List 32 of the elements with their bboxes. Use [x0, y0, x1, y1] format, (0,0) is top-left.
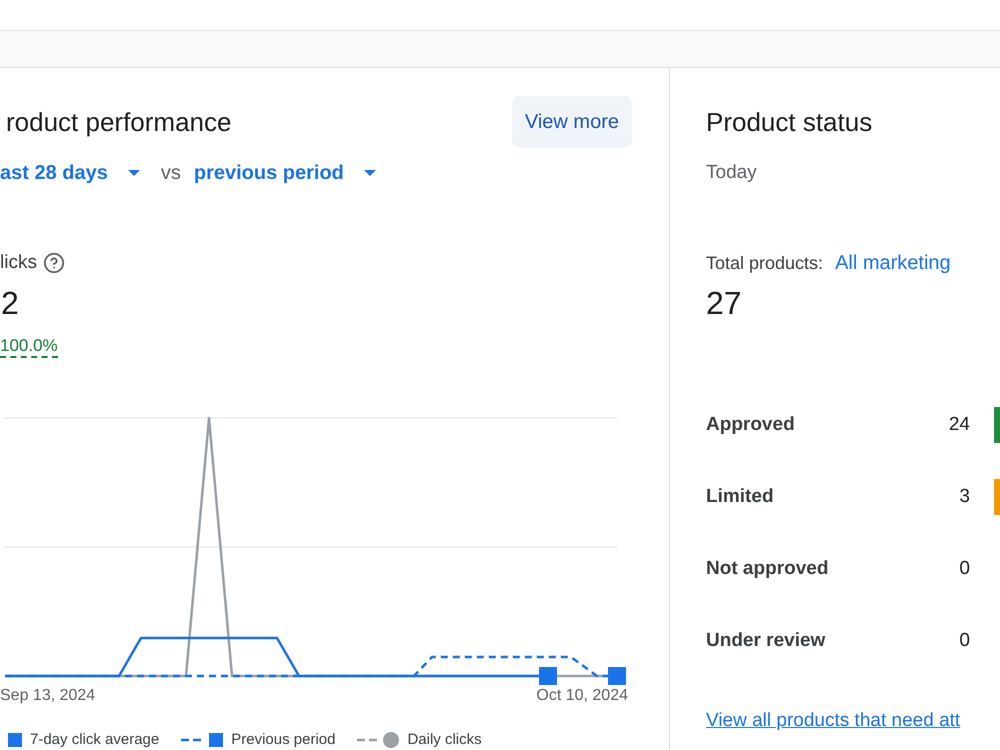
- legend-label: Daily clicks: [407, 731, 482, 749]
- date-label: Today: [706, 160, 757, 185]
- total-products-label: Total products:: [706, 252, 824, 275]
- status-label: Under review: [706, 628, 826, 653]
- vs-label: vs: [160, 161, 181, 186]
- view-more-button[interactable]: View more: [512, 96, 632, 148]
- dropdown-caret-icon: [128, 170, 140, 176]
- metric-value: 2: [0, 285, 19, 321]
- data-point-marker: [608, 667, 626, 685]
- card-title: Product status: [706, 106, 872, 138]
- marketing-methods-dropdown[interactable]: All marketing: [835, 248, 951, 278]
- help-icon[interactable]: [42, 252, 65, 274]
- status-count: 3: [958, 484, 970, 509]
- status-count: 24: [948, 412, 970, 437]
- x-axis-label: Oct 10, 2024: [536, 686, 628, 706]
- x-axis-label: Sep 13, 2024: [0, 686, 96, 706]
- comparison-dropdown[interactable]: previous period: [194, 158, 397, 188]
- metric-change[interactable]: 100.0%: [0, 336, 58, 358]
- data-point-marker: [539, 667, 557, 685]
- products-attention-link[interactable]: View all products that need att: [706, 706, 960, 736]
- dropdown-caret-icon: [364, 170, 376, 176]
- status-label: Not approved: [706, 556, 830, 581]
- status-label: Approved: [706, 412, 796, 437]
- metric-label: licks: [0, 250, 37, 275]
- status-count: 0: [958, 556, 970, 581]
- card-title: roduct performance: [5, 106, 232, 138]
- legend-label: Previous period: [231, 731, 336, 749]
- status-count: 0: [958, 628, 970, 653]
- date-range-dropdown[interactable]: ast 28 days: [0, 158, 161, 188]
- total-products-value: 27: [706, 285, 742, 321]
- legend-label: 7-day click average: [30, 731, 160, 749]
- status-label: Limited: [706, 484, 775, 509]
